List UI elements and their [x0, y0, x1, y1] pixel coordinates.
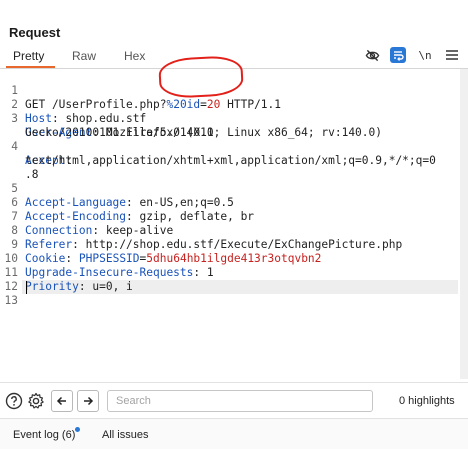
empty-line: 13	[0, 280, 27, 307]
menu-icon[interactable]	[444, 47, 460, 63]
event-log-link[interactable]: Event log (6)	[13, 429, 75, 441]
cookie-value: 5dhu64hb1ilgde413r3otqvbn2	[146, 252, 322, 265]
settings-gear-icon[interactable]	[26, 391, 46, 411]
header-value: http://shop.edu.stf/Execute/ExChangePict…	[78, 238, 403, 251]
help-icon[interactable]	[4, 391, 24, 411]
param-equals: =	[200, 98, 207, 111]
header-name: Accept-Language	[25, 196, 127, 209]
request-line: 1 GET /UserProfile.php?%20id=20 HTTP/1.1	[0, 70, 281, 111]
header-value: 1	[200, 266, 214, 279]
tab-pretty[interactable]: Pretty	[13, 49, 44, 63]
header-line: 5 Accept-Language: en-US,en;q=0.5	[0, 168, 234, 209]
header-line: 7 Connection: keep-alive	[0, 196, 173, 237]
newline-icon[interactable]: \n	[417, 47, 433, 63]
panel-title: Request	[9, 25, 61, 40]
header-line: 3 User-Agent: Mozilla/5.0 (X11; Linux x8…	[0, 98, 382, 139]
http-version: HTTP/1.1	[220, 98, 282, 111]
header-line: 2 Host: shop.edu.stf	[0, 84, 146, 125]
header-value: .8	[25, 168, 39, 181]
header-name: Host	[25, 112, 52, 125]
request-editor[interactable]: 1 GET /UserProfile.php?%20id=20 HTTP/1.1…	[0, 69, 468, 379]
cookie-name: PHPSESSID	[78, 252, 140, 265]
header-continuation: .8	[0, 154, 38, 181]
header-value: en-US,en;q=0.5	[132, 196, 234, 209]
param-name: %20id	[166, 98, 201, 111]
empty-line: 12	[0, 266, 27, 293]
header-line: 11 Priority: u=0, i	[0, 252, 133, 293]
header-name: Connection	[25, 224, 93, 237]
search-bar: 0 highlights	[0, 382, 468, 419]
header-value: shop.edu.stf	[58, 112, 147, 125]
active-tab-indicator	[6, 66, 55, 68]
previous-match-button[interactable]	[51, 390, 73, 412]
all-issues-link[interactable]: All issues	[102, 429, 148, 441]
header-value: gzip, deflate, br	[132, 210, 255, 223]
status-bar: Event log (6) All issues	[0, 418, 468, 449]
cookie-line: 9 Cookie: PHPSESSID=5dhu64hb1ilgde413r3o…	[0, 224, 321, 265]
header-value: keep-alive	[99, 224, 174, 237]
header-value: u=0, i	[85, 280, 133, 293]
method-path: GET /UserProfile.php	[25, 98, 160, 111]
highlights-count: 0 highlights	[399, 395, 455, 407]
editor-scrollbar[interactable]	[460, 69, 468, 379]
arrow-left-icon	[56, 396, 66, 406]
param-value: 20	[206, 98, 221, 111]
wrap-lines-icon[interactable]	[390, 47, 406, 63]
header-name: Referer	[25, 238, 73, 251]
header-continuation: text/html,application/xhtml+xml,applicat…	[0, 140, 436, 167]
arrow-right-icon	[84, 396, 94, 406]
header-name: Accept-Encoding	[25, 210, 127, 223]
header-value: text/html,application/xhtml+xml,applicat…	[25, 154, 436, 167]
header-line: 4 Accept:	[0, 126, 72, 167]
tab-hex[interactable]: Hex	[124, 49, 145, 63]
header-line: 10 Upgrade-Insecure-Requests: 1	[0, 238, 214, 279]
tab-raw[interactable]: Raw	[72, 49, 96, 63]
header-name: Cookie	[25, 252, 66, 265]
line-number: 13	[4, 294, 18, 307]
eye-slash-icon[interactable]	[364, 47, 380, 63]
header-value: Gecko/20100101 Firefox/140.0	[25, 126, 214, 139]
search-input[interactable]	[107, 390, 373, 412]
header-name: Priority	[25, 280, 79, 293]
notification-dot	[75, 427, 80, 432]
header-continuation: Gecko/20100101 Firefox/140.0	[0, 112, 214, 139]
header-line: 6 Accept-Encoding: gzip, deflate, br	[0, 182, 254, 223]
text-caret	[26, 281, 27, 294]
header-line: 8 Referer: http://shop.edu.stf/Execute/E…	[0, 210, 402, 251]
header-name: Upgrade-Insecure-Requests	[25, 266, 194, 279]
next-match-button[interactable]	[77, 390, 99, 412]
